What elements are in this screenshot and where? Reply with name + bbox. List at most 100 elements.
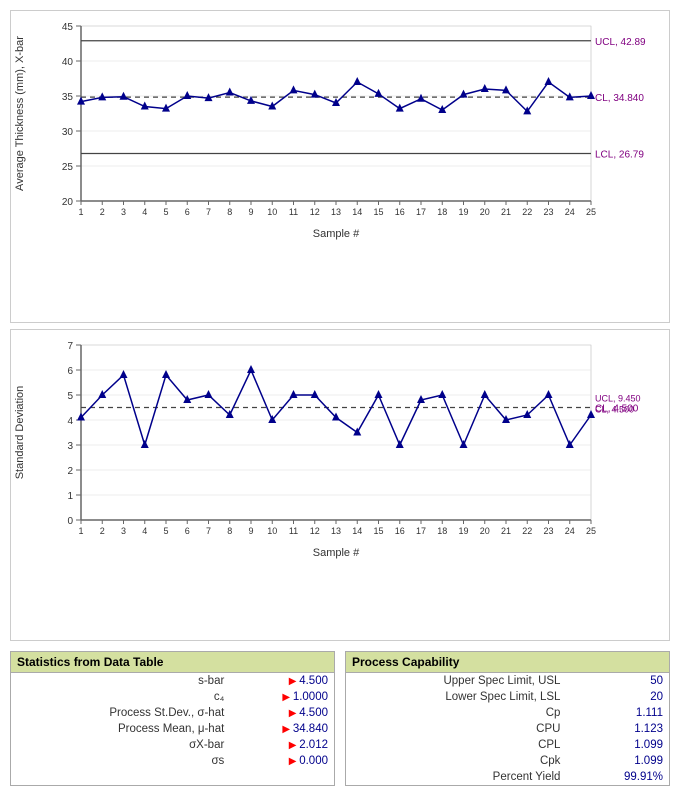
svg-text:30: 30	[62, 127, 74, 138]
stat-label: Upper Spec Limit, USL	[346, 673, 566, 689]
svg-text:0: 0	[67, 516, 73, 527]
svg-text:Average Thickness (mm), X-bar: Average Thickness (mm), X-bar	[14, 36, 26, 191]
svg-text:8: 8	[227, 207, 232, 217]
svg-text:18: 18	[437, 207, 447, 217]
svg-text:5: 5	[163, 526, 168, 536]
svg-text:6: 6	[67, 366, 73, 377]
svg-text:1: 1	[78, 207, 83, 217]
stat-arrow: ▶	[289, 676, 299, 687]
stats-left-header: Statistics from Data Table	[11, 652, 334, 673]
svg-text:5: 5	[163, 207, 168, 217]
svg-text:19: 19	[458, 526, 468, 536]
svg-text:14: 14	[352, 526, 362, 536]
svg-text:UCL, 9.450: UCL, 9.450	[595, 393, 641, 403]
svg-text:23: 23	[543, 526, 553, 536]
svg-text:4: 4	[142, 526, 147, 536]
svg-text:20: 20	[480, 207, 490, 217]
svg-text:2: 2	[67, 466, 73, 477]
svg-text:8: 8	[227, 526, 232, 536]
stats-right-header: Process Capability	[346, 652, 669, 673]
svg-text:UCL, 42.89: UCL, 42.89	[595, 37, 646, 48]
svg-text:20: 20	[62, 197, 74, 208]
svg-text:7: 7	[206, 526, 211, 536]
stat-value: ▶ 34.840	[230, 721, 334, 737]
svg-text:4: 4	[142, 207, 147, 217]
svg-text:2: 2	[100, 207, 105, 217]
svg-text:14: 14	[352, 207, 362, 217]
svg-text:3: 3	[121, 207, 126, 217]
svg-text:25: 25	[586, 526, 596, 536]
stat-value: ▶ 4.500	[230, 673, 334, 689]
svg-text:25: 25	[62, 162, 74, 173]
svg-text:3: 3	[121, 526, 126, 536]
svg-text:LCL, 26.79: LCL, 26.79	[595, 149, 644, 160]
stat-value: 1.123	[566, 721, 669, 737]
xbar-chart-container: 2025303540451234567891011121314151617181…	[10, 10, 670, 323]
stat-label: Process St.Dev., σ-hat	[11, 705, 230, 721]
stat-label: CPL	[346, 737, 566, 753]
stat-value: 1.111	[566, 705, 669, 721]
stat-value: ▶ 4.500	[230, 705, 334, 721]
svg-text:15: 15	[373, 207, 383, 217]
main-container: 2025303540451234567891011121314151617181…	[0, 0, 680, 800]
stats-left-box: Statistics from Data Table s-bar▶ 4.500c…	[10, 651, 335, 786]
svg-text:5: 5	[67, 391, 73, 402]
stat-value: 20	[566, 689, 669, 705]
stat-label: σX-bar	[11, 737, 230, 753]
svg-text:11: 11	[289, 526, 298, 536]
svg-text:45: 45	[62, 22, 74, 33]
svg-text:22: 22	[522, 526, 532, 536]
svg-text:40: 40	[62, 57, 74, 68]
stat-value: ▶ 0.000	[230, 753, 334, 769]
stat-arrow: ▶	[289, 756, 299, 767]
stat-value: 1.099	[566, 753, 669, 769]
svg-text:21: 21	[501, 526, 511, 536]
svg-text:7: 7	[67, 341, 73, 352]
svg-text:4: 4	[67, 416, 73, 427]
svg-text:9: 9	[248, 526, 253, 536]
svg-text:13: 13	[331, 526, 341, 536]
stat-label: Cp	[346, 705, 566, 721]
svg-text:21: 21	[501, 207, 511, 217]
svg-text:7: 7	[206, 207, 211, 217]
svg-text:6: 6	[185, 526, 190, 536]
svg-text:9: 9	[248, 207, 253, 217]
svg-text:2: 2	[100, 526, 105, 536]
svg-text:Sample #: Sample #	[313, 228, 360, 240]
stats-section: Statistics from Data Table s-bar▶ 4.500c…	[10, 647, 670, 790]
svg-text:11: 11	[289, 207, 298, 217]
svg-text:24: 24	[565, 526, 575, 536]
stat-value: 1.099	[566, 737, 669, 753]
stat-arrow: ▶	[289, 740, 299, 751]
svg-text:Sample #: Sample #	[313, 547, 360, 559]
svg-text:Standard Deviation: Standard Deviation	[14, 385, 26, 479]
svg-text:1: 1	[67, 491, 73, 502]
stats-right-table: Upper Spec Limit, USL50Lower Spec Limit,…	[346, 673, 669, 785]
stat-label: Percent Yield	[346, 769, 566, 785]
svg-text:17: 17	[416, 207, 426, 217]
stat-value: ▶ 2.012	[230, 737, 334, 753]
svg-text:16: 16	[395, 207, 405, 217]
svg-text:19: 19	[458, 207, 468, 217]
svg-text:24: 24	[565, 207, 575, 217]
svg-text:16: 16	[395, 526, 405, 536]
stat-arrow: ▶	[282, 724, 292, 735]
svg-text:CL, 4.500: CL, 4.500	[595, 404, 634, 414]
svg-text:1: 1	[78, 526, 83, 536]
svg-text:10: 10	[267, 207, 277, 217]
svg-text:CL, 34.840: CL, 34.840	[595, 93, 644, 104]
svg-text:20: 20	[480, 526, 490, 536]
stat-label: σs	[11, 753, 230, 769]
svg-text:12: 12	[310, 526, 320, 536]
svg-text:17: 17	[416, 526, 426, 536]
svg-text:3: 3	[67, 441, 73, 452]
svg-text:10: 10	[267, 526, 277, 536]
stat-arrow: ▶	[282, 692, 292, 703]
svg-text:18: 18	[437, 526, 447, 536]
stat-label: c₄	[11, 689, 230, 705]
svg-text:13: 13	[331, 207, 341, 217]
sbar-chart-container: 0123456712345678910111213141516171819202…	[10, 329, 670, 642]
svg-text:25: 25	[586, 207, 596, 217]
stat-label: s-bar	[11, 673, 230, 689]
stat-label: Lower Spec Limit, LSL	[346, 689, 566, 705]
